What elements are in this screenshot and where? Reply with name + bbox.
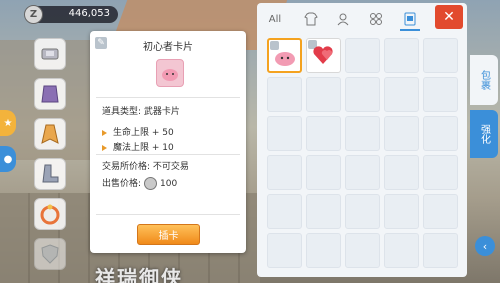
armor-slot[interactable] (34, 78, 66, 110)
inventory-slot[interactable] (306, 155, 341, 190)
inventory-slot[interactable] (306, 194, 341, 229)
inventory-slot[interactable] (345, 233, 380, 268)
inventory-slot[interactable] (384, 38, 419, 73)
tab-bag[interactable]: 包裹 (470, 55, 498, 105)
inventory-slot[interactable] (423, 155, 458, 190)
inventory-slot[interactable] (384, 116, 419, 151)
stat-line-mp: 魔法上限 + 10 (102, 140, 174, 153)
inventory-slot[interactable] (384, 77, 419, 112)
inventory-slot[interactable] (267, 77, 302, 112)
boots-icon (42, 164, 59, 183)
card-icon (404, 12, 416, 26)
card-divider (96, 97, 240, 98)
item-title: 初心者卡片 (143, 42, 193, 53)
inventory-slot[interactable] (423, 194, 458, 229)
accessory-slot[interactable] (34, 198, 66, 230)
inventory-slot[interactable] (345, 77, 380, 112)
weapon-slot[interactable] (34, 38, 66, 70)
poring-card-icon (275, 52, 295, 66)
person-icon: ● (3, 153, 13, 165)
tab-consumables[interactable] (366, 9, 386, 29)
inventory-slot[interactable] (306, 77, 341, 112)
ring-icon (40, 204, 60, 225)
inventory-slot[interactable] (423, 233, 458, 268)
inventory-slot[interactable] (345, 155, 380, 190)
cloak-slot[interactable] (34, 118, 66, 150)
star-icon: ★ (3, 117, 13, 129)
inventory-slot[interactable] (345, 116, 380, 151)
bullet-icon (102, 144, 107, 151)
inventory-slot[interactable] (384, 233, 419, 268)
person-icon (337, 13, 349, 26)
social-side-tab[interactable]: ● (0, 146, 16, 172)
poring-card-icon (156, 59, 184, 87)
inventory-slot[interactable] (306, 38, 341, 73)
inventory-panel: All ✕ (257, 3, 467, 277)
stat-line-hp: 生命上限 + 50 (102, 125, 174, 138)
card-divider (96, 214, 240, 215)
collapse-arrow-icon[interactable]: ‹ (475, 236, 495, 256)
inventory-slot[interactable] (384, 155, 419, 190)
zeny-coin-icon: Z (24, 5, 43, 24)
inventory-slot[interactable] (267, 155, 302, 190)
currency-bar: Z 446,053 (24, 5, 118, 24)
heart-card-icon (313, 46, 333, 64)
shield-icon (41, 244, 59, 264)
tab-all[interactable]: All (265, 9, 285, 29)
inventory-slot[interactable] (423, 116, 458, 151)
inventory-tabs: All ✕ (257, 3, 467, 33)
inventory-slot[interactable] (384, 194, 419, 229)
close-button[interactable]: ✕ (435, 5, 463, 29)
tab-cards[interactable] (400, 9, 420, 31)
item-type-line: 道具类型: 武器卡片 (102, 107, 180, 117)
inventory-slot[interactable] (267, 116, 302, 151)
inventory-slot[interactable] (345, 194, 380, 229)
insert-card-button[interactable]: 插卡 (137, 224, 200, 245)
card-divider (96, 154, 240, 155)
currency-value: 446,053 (68, 8, 110, 19)
cloak-icon (41, 124, 59, 144)
inventory-slot[interactable] (423, 38, 458, 73)
armor-icon (41, 85, 59, 103)
shirt-icon (304, 12, 318, 26)
inventory-slot[interactable] (267, 233, 302, 268)
quest-side-tab[interactable]: ★ (0, 110, 16, 136)
sell-price-line: 出售价格: 100 (102, 177, 178, 190)
tab-costume[interactable] (333, 9, 353, 29)
inventory-slot[interactable] (423, 77, 458, 112)
inventory-slot[interactable] (345, 38, 380, 73)
extra-slot[interactable] (34, 238, 66, 270)
inventory-slot[interactable] (267, 38, 302, 73)
equipment-column: ★ ● (0, 30, 70, 270)
inventory-slot[interactable] (306, 116, 341, 151)
trade-price-line: 交易所价格: 不可交易 (102, 162, 189, 172)
bullet-icon (102, 129, 107, 136)
card-weapon-icon (41, 48, 59, 60)
character-name-text: 祥瑞御侠 (95, 266, 183, 283)
boots-slot[interactable] (34, 158, 66, 190)
tab-equipment[interactable] (301, 9, 321, 29)
inventory-grid (267, 38, 462, 273)
tab-enhance[interactable]: 强化 (470, 110, 498, 158)
inventory-slot[interactable] (267, 194, 302, 229)
item-detail-card: ✎ 初心者卡片 道具类型: 武器卡片 生命上限 + 50 魔法上限 + 10 交… (90, 31, 246, 253)
inventory-slot[interactable] (306, 233, 341, 268)
zeny-coin-icon (144, 177, 158, 190)
grid-icon (370, 13, 382, 25)
